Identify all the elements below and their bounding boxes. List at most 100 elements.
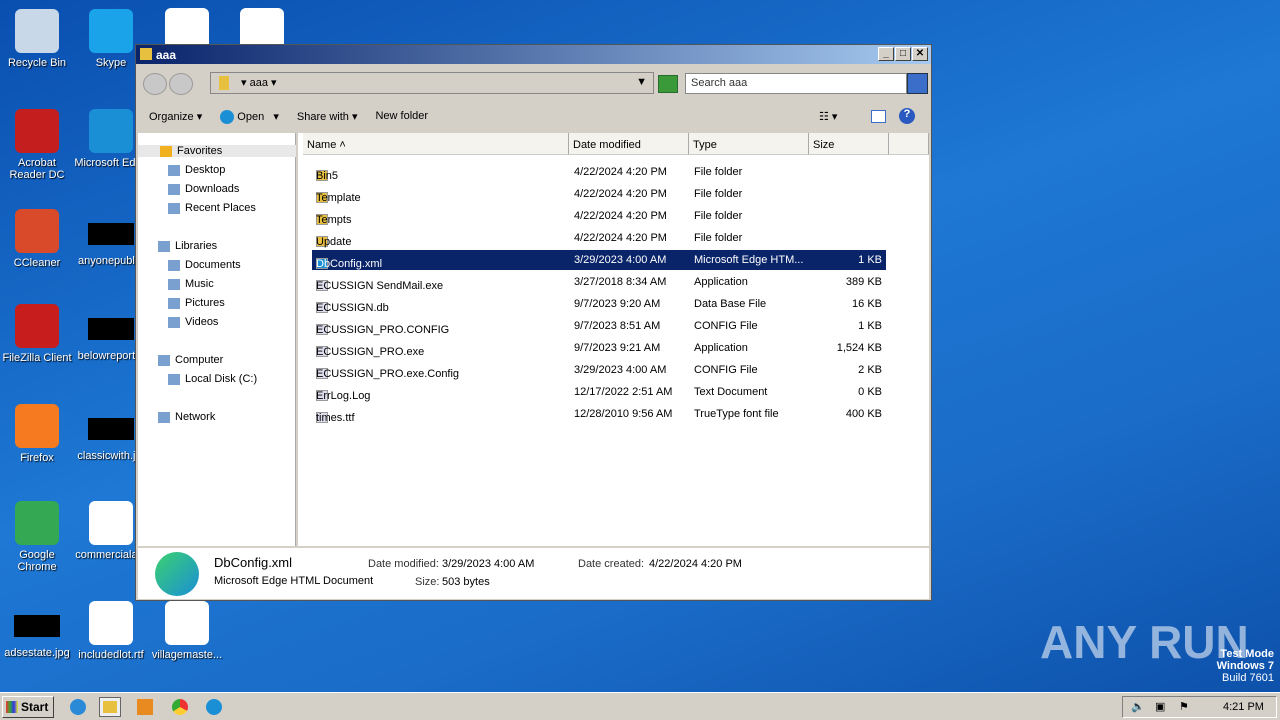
file-row[interactable]: ECUSSIGN.db 9/7/2023 9:20 AM Data Base F… [312,294,886,314]
edge-taskbar-icon[interactable] [204,697,226,717]
explorer-taskbar-icon[interactable] [99,697,121,717]
desktop-icon-label: Acrobat Reader DC [9,157,65,181]
nav-icon [168,278,180,290]
system-tray: 🔈 ▣ ⚑ 4:21 PM [1122,696,1277,718]
media-player-taskbar-icon[interactable] [135,697,157,717]
file-date: 4/22/2024 4:20 PM [574,210,667,222]
file-row[interactable]: ECUSSIGN_PRO.exe 9/7/2023 9:21 AM Applic… [312,338,886,358]
nav-item[interactable]: Music [168,278,214,290]
desktop-icon[interactable]: Firefox [0,400,74,464]
label: Organize [149,111,194,123]
flag-icon[interactable]: ⚑ [1179,700,1189,713]
close-button[interactable]: ✕ [912,47,928,61]
label: DbConfig.xml [316,258,383,270]
title-bar[interactable]: aaa _ □ ✕ [136,45,931,64]
file-row[interactable]: ErrLog.Log 12/17/2022 2:51 AM Text Docum… [312,382,886,402]
window-title: aaa [156,48,177,62]
label: ECUSSIGN.db [316,302,389,314]
nav-item[interactable]: Favorites [138,145,296,157]
open-button[interactable]: Open ▾ [220,110,279,125]
refresh-button[interactable] [658,75,678,93]
test-mode-watermark: Test Mode Windows 7 Build 7601 [1217,648,1274,684]
nav-icon [168,183,180,195]
nav-item[interactable]: Videos [168,316,218,328]
desktop-icon-image [15,404,59,448]
desktop-icon-image [88,418,134,440]
nav-item[interactable]: Local Disk (C:) [168,373,257,385]
file-date: 3/29/2023 4:00 AM [574,364,667,376]
desktop-icon[interactable]: CCleaner [0,205,74,269]
breadcrumb[interactable]: aaa [250,77,268,89]
folder-icon [140,48,152,60]
help-icon[interactable]: ? [899,108,915,124]
clock[interactable]: 4:21 PM [1223,701,1264,713]
nav-item[interactable]: Documents [168,259,241,271]
back-button[interactable] [143,73,167,95]
chrome-taskbar-icon[interactable] [170,697,192,717]
desktop-icon[interactable]: Recycle Bin [0,5,74,69]
maximize-button[interactable]: □ [895,47,911,61]
nav-icon [158,240,170,252]
column-date-modified[interactable]: Date modified [569,133,689,155]
new-folder-button[interactable]: New folder [375,110,428,124]
desktop-icon[interactable]: includedlot.rtf [74,597,148,661]
file-row[interactable]: DbConfig.xml 3/29/2023 4:00 AM Microsoft… [312,250,886,270]
nav-item[interactable]: Computer [158,354,223,366]
volume-icon[interactable]: 🔈 [1131,700,1145,713]
file-row[interactable]: Update 4/22/2024 4:20 PM File folder [312,228,886,248]
nav-item[interactable]: Pictures [168,297,225,309]
nav-item[interactable]: Downloads [168,183,239,195]
network-icon[interactable]: ▣ [1155,700,1165,713]
nav-item[interactable]: Desktop [168,164,225,176]
file-row[interactable]: times.ttf 12/28/2010 9:56 AM TrueType fo… [312,404,886,424]
desktop-icon[interactable]: Acrobat Reader DC [0,105,74,181]
desktop-icon[interactable]: adsestate.jpg [0,597,74,659]
desktop-icon-image [15,209,59,253]
desktop-icon[interactable]: Google Chrome [0,497,74,573]
file-size: 0 KB [858,386,882,398]
column-size[interactable]: Size [809,133,889,155]
label: Name [307,139,337,151]
file-date: 12/28/2010 9:56 AM [574,408,673,420]
search-icon[interactable] [907,73,928,94]
file-row[interactable]: ECUSSIGN_PRO.CONFIG 9/7/2023 8:51 AM CON… [312,316,886,336]
nav-item[interactable]: Libraries [158,240,217,252]
search-input[interactable]: Search aaa [685,73,907,94]
address-bar[interactable]: ▾ aaa ▾ ▼ [210,72,654,94]
detail-label: Date modified: [368,558,439,570]
file-row[interactable]: Template 4/22/2024 4:20 PM File folder [312,184,886,204]
view-options-icon[interactable]: ☷ ▾ [819,110,837,123]
desktop-icon-label: adsestate.jpg [4,647,70,659]
wm-line: Build 7601 [1222,672,1274,684]
file-date: 3/27/2018 8:34 AM [574,276,667,288]
nav-item[interactable]: Network [158,411,215,423]
chevron-down-icon[interactable]: ▼ [636,76,647,88]
file-date: 9/7/2023 9:21 AM [574,342,661,354]
file-row[interactable]: Bin5 4/22/2024 4:20 PM File folder [312,162,886,182]
label: Start [21,700,49,714]
desktop-icon-label: CCleaner [13,257,61,269]
column-name[interactable]: Name ˄ [303,133,569,155]
file-row[interactable]: ECUSSIGN_PRO.exe.Config 3/29/2023 4:00 A… [312,360,886,380]
desktop-icon[interactable]: FileZilla Client [0,300,74,364]
nav-label: Music [185,278,214,290]
forward-button[interactable] [169,73,193,95]
organize-button[interactable]: Organize ▾ [149,110,202,124]
label: ECUSSIGN_PRO.exe.Config [316,368,460,380]
share-with-button[interactable]: Share with ▾ [297,110,358,124]
desktop-icon-image [89,9,133,53]
start-button[interactable]: Start [2,696,54,718]
file-row[interactable]: ECUSSIGN SendMail.exe 3/27/2018 8:34 AM … [312,272,886,292]
desktop-icon-image [89,109,133,153]
nav-item[interactable]: Recent Places [168,202,256,214]
column-type[interactable]: Type [689,133,809,155]
preview-pane-icon[interactable] [871,110,886,123]
minimize-button[interactable]: _ [878,47,894,61]
desktop-icon[interactable]: villagemaste... [150,597,224,661]
desktop-icon-image [88,223,134,245]
file-type: CONFIG File [694,364,758,376]
ie-taskbar-icon[interactable] [68,697,90,717]
detail-label: Size: [415,576,440,588]
desktop-icon-label: Firefox [20,452,54,464]
file-row[interactable]: Tempts 4/22/2024 4:20 PM File folder [312,206,886,226]
